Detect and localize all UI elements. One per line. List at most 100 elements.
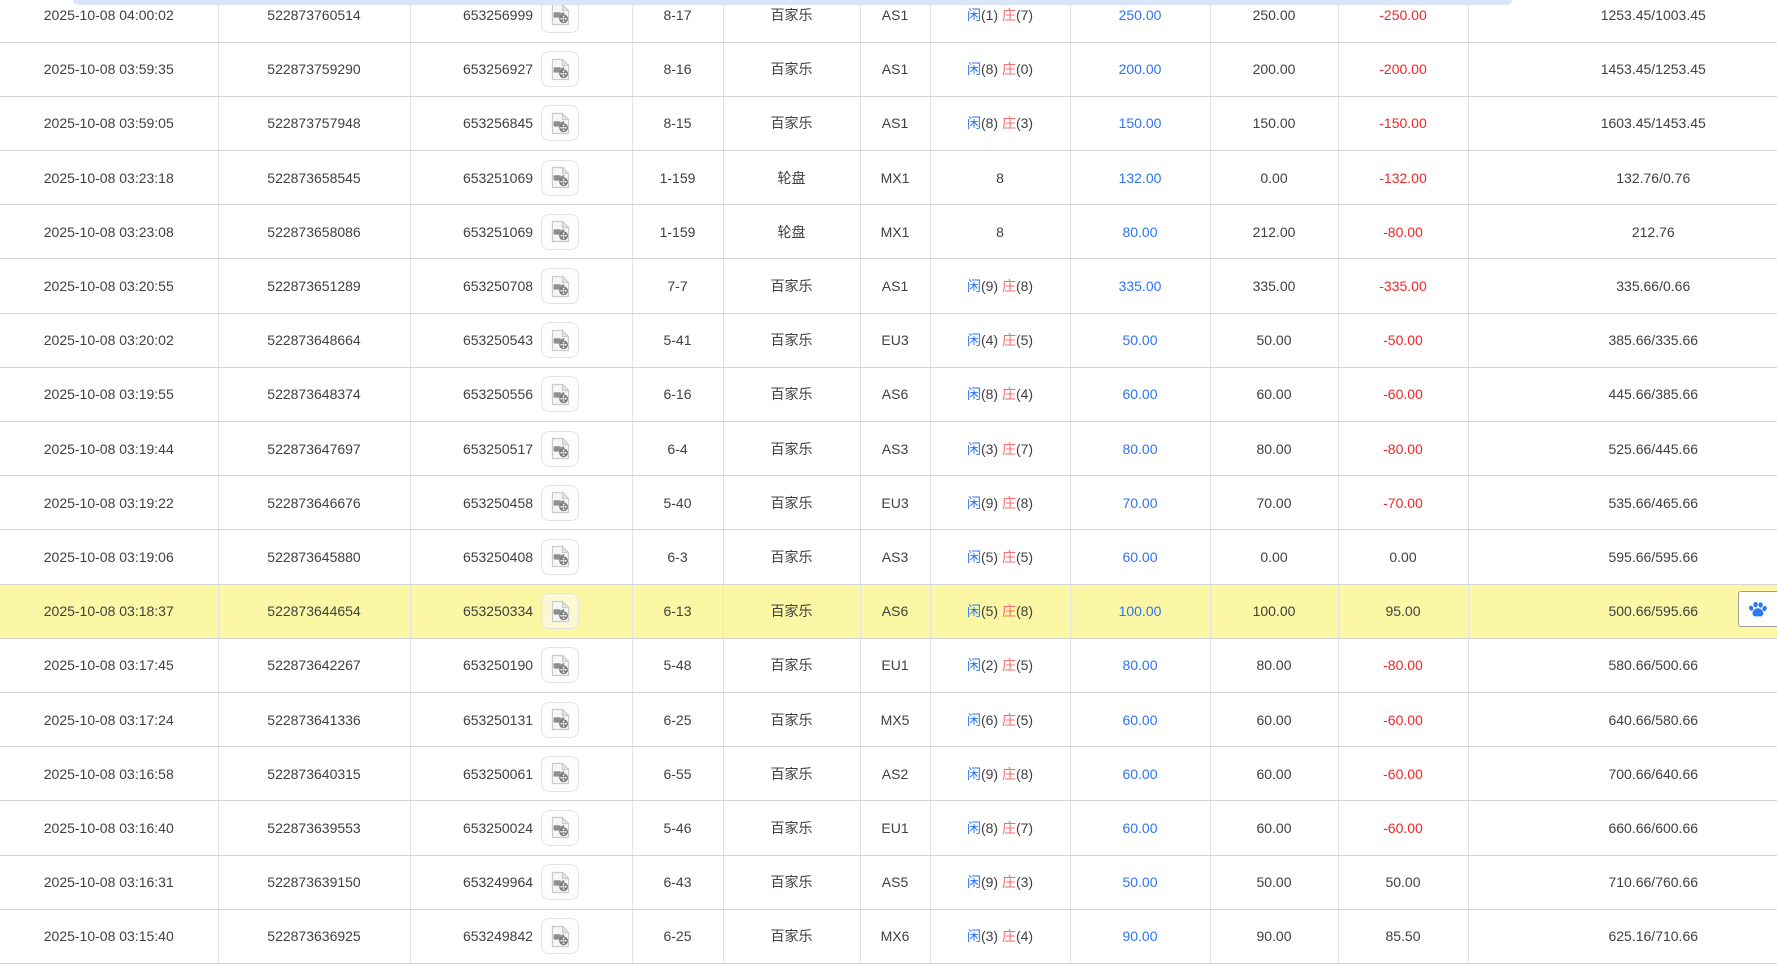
table-row[interactable]: 2025-10-08 03:59:05522873757948653256845… bbox=[0, 96, 1777, 150]
video-record-button[interactable] bbox=[541, 864, 579, 900]
valid-amount: 60.00 bbox=[1256, 820, 1291, 836]
table-row[interactable]: 2025-10-08 03:18:37522873644654653250334… bbox=[0, 584, 1777, 638]
table-code: AS5 bbox=[882, 874, 908, 890]
game-type: 百家乐 bbox=[771, 332, 813, 348]
result-player-label: 闲 bbox=[967, 278, 981, 294]
video-record-button[interactable] bbox=[541, 485, 579, 521]
game-no-cell: 653249964 bbox=[410, 855, 632, 909]
valid-amount-cell: 60.00 bbox=[1210, 692, 1338, 746]
video-record-button[interactable] bbox=[541, 702, 579, 738]
table-row[interactable]: 2025-10-08 03:19:55522873648374653250556… bbox=[0, 367, 1777, 421]
bet-number: 522873658545 bbox=[267, 170, 360, 186]
table-row[interactable]: 2025-10-08 03:17:45522873642267653250190… bbox=[0, 638, 1777, 692]
video-record-button[interactable] bbox=[541, 431, 579, 467]
video-record-button[interactable] bbox=[541, 593, 579, 629]
result-banker-points: (8) bbox=[1016, 603, 1033, 619]
bet-number: 522873757948 bbox=[267, 115, 360, 131]
video-record-button[interactable] bbox=[541, 322, 579, 358]
video-record-button[interactable] bbox=[541, 810, 579, 846]
table-row[interactable]: 2025-10-08 04:00:02522873760514653256999… bbox=[0, 0, 1777, 42]
bet-amount-cell: 50.00 bbox=[1070, 855, 1210, 909]
valid-amount-cell: 80.00 bbox=[1210, 638, 1338, 692]
video-record-button[interactable] bbox=[541, 376, 579, 412]
valid-amount: 60.00 bbox=[1256, 766, 1291, 782]
bet-time: 2025-10-08 03:17:24 bbox=[44, 712, 174, 728]
video-record-icon bbox=[549, 600, 572, 623]
table-row[interactable]: 2025-10-08 03:19:44522873647697653250517… bbox=[0, 422, 1777, 476]
bet-amount: 60.00 bbox=[1122, 386, 1157, 402]
win-loss-amount: -50.00 bbox=[1383, 332, 1423, 348]
table-row[interactable]: 2025-10-08 03:16:40522873639553653250024… bbox=[0, 801, 1777, 855]
win-loss-amount: -60.00 bbox=[1383, 820, 1423, 836]
win-loss-amount: -80.00 bbox=[1383, 657, 1423, 673]
bet-time: 2025-10-08 03:59:05 bbox=[44, 115, 174, 131]
table-row[interactable]: 2025-10-08 03:17:24522873641336653250131… bbox=[0, 692, 1777, 746]
game-type: 百家乐 bbox=[771, 441, 813, 457]
game-number: 653250543 bbox=[463, 332, 533, 348]
table-code: MX1 bbox=[881, 224, 910, 240]
bet-number: 522873641336 bbox=[267, 712, 360, 728]
table-code-cell: AS1 bbox=[860, 96, 930, 150]
game-no-cell: 653251069 bbox=[410, 205, 632, 259]
table-row[interactable]: 2025-10-08 03:23:18522873658545653251069… bbox=[0, 151, 1777, 205]
video-record-button[interactable] bbox=[541, 918, 579, 954]
game-type-cell: 百家乐 bbox=[723, 747, 860, 801]
bet-number: 522873644654 bbox=[267, 603, 360, 619]
result-cell: 闲(9) 庄(8) bbox=[930, 747, 1070, 801]
result-banker-label: 庄 bbox=[1002, 657, 1016, 673]
game-type-cell: 百家乐 bbox=[723, 96, 860, 150]
result-player-points: (3) bbox=[981, 928, 1002, 944]
result-banker-label: 庄 bbox=[1002, 441, 1016, 457]
video-record-button[interactable] bbox=[541, 647, 579, 683]
result-banker-label: 庄 bbox=[1002, 495, 1016, 511]
result-banker-points: (3) bbox=[1016, 115, 1033, 131]
bet-no-cell: 522873658545 bbox=[218, 151, 410, 205]
game-type-cell: 百家乐 bbox=[723, 42, 860, 96]
video-record-button[interactable] bbox=[541, 756, 579, 792]
game-number: 653250708 bbox=[463, 278, 533, 294]
paw-extension-button[interactable]: 回 bbox=[1738, 591, 1777, 627]
bet-amount-cell: 90.00 bbox=[1070, 909, 1210, 963]
table-row[interactable]: 2025-10-08 03:15:40522873636925653249842… bbox=[0, 909, 1777, 963]
game-no-with-media: 653250408 bbox=[463, 539, 579, 575]
table-row[interactable]: 2025-10-08 03:20:55522873651289653250708… bbox=[0, 259, 1777, 313]
win-loss-cell: -80.00 bbox=[1338, 638, 1468, 692]
table-row[interactable]: 2025-10-08 03:23:08522873658086653251069… bbox=[0, 205, 1777, 259]
video-record-icon bbox=[549, 871, 572, 894]
table-code-cell: AS1 bbox=[860, 42, 930, 96]
result-player-points: (4) bbox=[981, 332, 1002, 348]
table-row[interactable]: 2025-10-08 03:16:58522873640315653250061… bbox=[0, 747, 1777, 801]
game-no-with-media: 653250061 bbox=[463, 756, 579, 792]
round-number: 7-7 bbox=[667, 278, 687, 294]
game-no-cell: 653251069 bbox=[410, 151, 632, 205]
balance-values: 710.66/760.66 bbox=[1608, 874, 1698, 890]
table-row[interactable]: 2025-10-08 03:16:31522873639150653249964… bbox=[0, 855, 1777, 909]
video-record-button[interactable] bbox=[541, 268, 579, 304]
video-record-button[interactable] bbox=[541, 160, 579, 196]
round-number: 5-48 bbox=[663, 657, 691, 673]
bet-number: 522873645880 bbox=[267, 549, 360, 565]
valid-amount: 335.00 bbox=[1253, 278, 1296, 294]
video-record-button[interactable] bbox=[541, 51, 579, 87]
table-row[interactable]: 2025-10-08 03:20:02522873648664653250543… bbox=[0, 313, 1777, 367]
video-record-icon bbox=[549, 3, 572, 26]
video-record-button[interactable] bbox=[541, 214, 579, 250]
table-row[interactable]: 2025-10-08 03:19:06522873645880653250408… bbox=[0, 530, 1777, 584]
video-record-button[interactable] bbox=[541, 539, 579, 575]
table-row[interactable]: 2025-10-08 03:59:35522873759290653256927… bbox=[0, 42, 1777, 96]
win-loss-cell: 95.00 bbox=[1338, 584, 1468, 638]
bet-time-cell: 2025-10-08 04:00:02 bbox=[0, 0, 218, 42]
bet-time: 2025-10-08 03:20:02 bbox=[44, 332, 174, 348]
game-no-cell: 653250458 bbox=[410, 476, 632, 530]
round-cell: 1-159 bbox=[632, 205, 723, 259]
table-row[interactable]: 2025-10-08 03:19:22522873646676653250458… bbox=[0, 476, 1777, 530]
table-code: AS3 bbox=[882, 549, 908, 565]
table-code-cell: EU3 bbox=[860, 313, 930, 367]
result-player-points: (9) bbox=[981, 495, 1002, 511]
video-record-button[interactable] bbox=[541, 105, 579, 141]
balance-values: 535.66/465.66 bbox=[1608, 495, 1698, 511]
balance-cell: 500.66/595.66 bbox=[1468, 584, 1777, 638]
balance-cell: 580.66/500.66 bbox=[1468, 638, 1777, 692]
video-record-icon bbox=[549, 58, 572, 81]
game-type-cell: 百家乐 bbox=[723, 0, 860, 42]
